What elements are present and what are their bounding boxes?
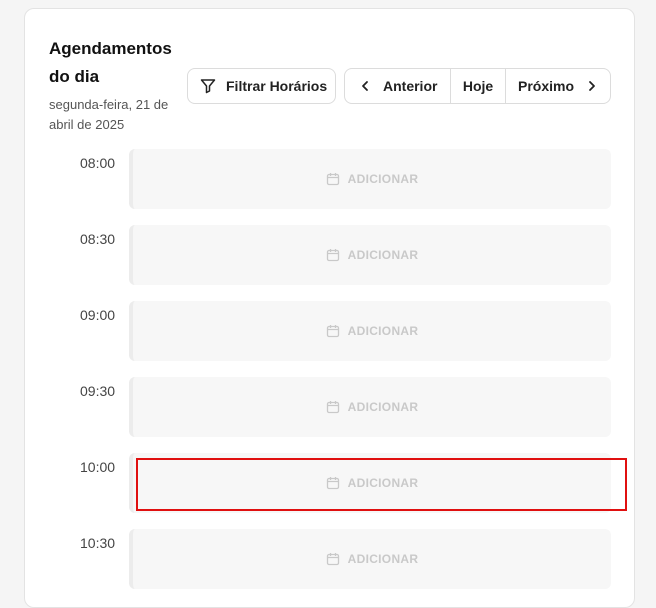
calendar-icon: [326, 172, 340, 186]
slot-time: 10:00: [80, 459, 116, 475]
time-slot: 10:30 ADICIONAR: [25, 529, 636, 591]
add-label: ADICIONAR: [347, 324, 419, 338]
time-slot: 09:30 ADICIONAR: [25, 377, 636, 439]
add-label: ADICIONAR: [347, 248, 419, 262]
add-appointment-button[interactable]: ADICIONAR: [129, 377, 611, 437]
page-title: Agendamentos do dia: [49, 39, 172, 86]
add-appointment-button[interactable]: ADICIONAR: [129, 225, 611, 285]
date-navigation: Anterior Hoje Próximo: [344, 68, 611, 104]
chevron-left-icon: [359, 80, 371, 92]
calendar-icon: [326, 552, 340, 566]
time-slot: 08:30 ADICIONAR: [25, 225, 636, 287]
calendar-icon: [326, 324, 340, 338]
calendar-icon: [326, 248, 340, 262]
slot-time: 08:00: [80, 155, 116, 171]
add-label: ADICIONAR: [347, 476, 419, 490]
time-slot: 09:00 ADICIONAR: [25, 301, 636, 363]
slot-time: 10:30: [80, 535, 116, 551]
add-label: ADICIONAR: [347, 552, 419, 566]
today-label: Hoje: [462, 78, 494, 94]
add-appointment-button[interactable]: ADICIONAR: [129, 301, 611, 361]
calendar-icon: [326, 400, 340, 414]
add-appointment-button[interactable]: ADICIONAR: [129, 149, 611, 209]
add-label: ADICIONAR: [347, 400, 419, 414]
filter-times-button[interactable]: Filtrar Horários: [187, 68, 336, 104]
next-label: Próximo: [518, 78, 575, 94]
schedule-card: Agendamentos do dia segunda-feira, 21 de…: [24, 8, 635, 608]
calendar-icon: [326, 476, 340, 490]
previous-day-button[interactable]: Anterior: [345, 69, 451, 103]
add-appointment-button[interactable]: ADICIONAR: [129, 529, 611, 589]
today-button[interactable]: Hoje: [451, 69, 506, 103]
date-subtitle: segunda-feira, 21 de abril de 2025: [49, 97, 169, 132]
slot-time: 08:30: [80, 231, 116, 247]
add-label: ADICIONAR: [347, 172, 419, 186]
filter-icon: [200, 78, 216, 94]
slot-time: 09:00: [80, 307, 116, 323]
previous-label: Anterior: [383, 78, 438, 94]
next-day-button[interactable]: Próximo: [506, 69, 610, 103]
add-appointment-button[interactable]: ADICIONAR: [129, 453, 611, 513]
slot-time: 09:30: [80, 383, 116, 399]
chevron-right-icon: [586, 80, 598, 92]
filter-button-label: Filtrar Horários: [226, 78, 328, 94]
time-slot: 10:00 ADICIONAR: [25, 453, 636, 515]
time-slot: 08:00 ADICIONAR: [25, 149, 636, 211]
